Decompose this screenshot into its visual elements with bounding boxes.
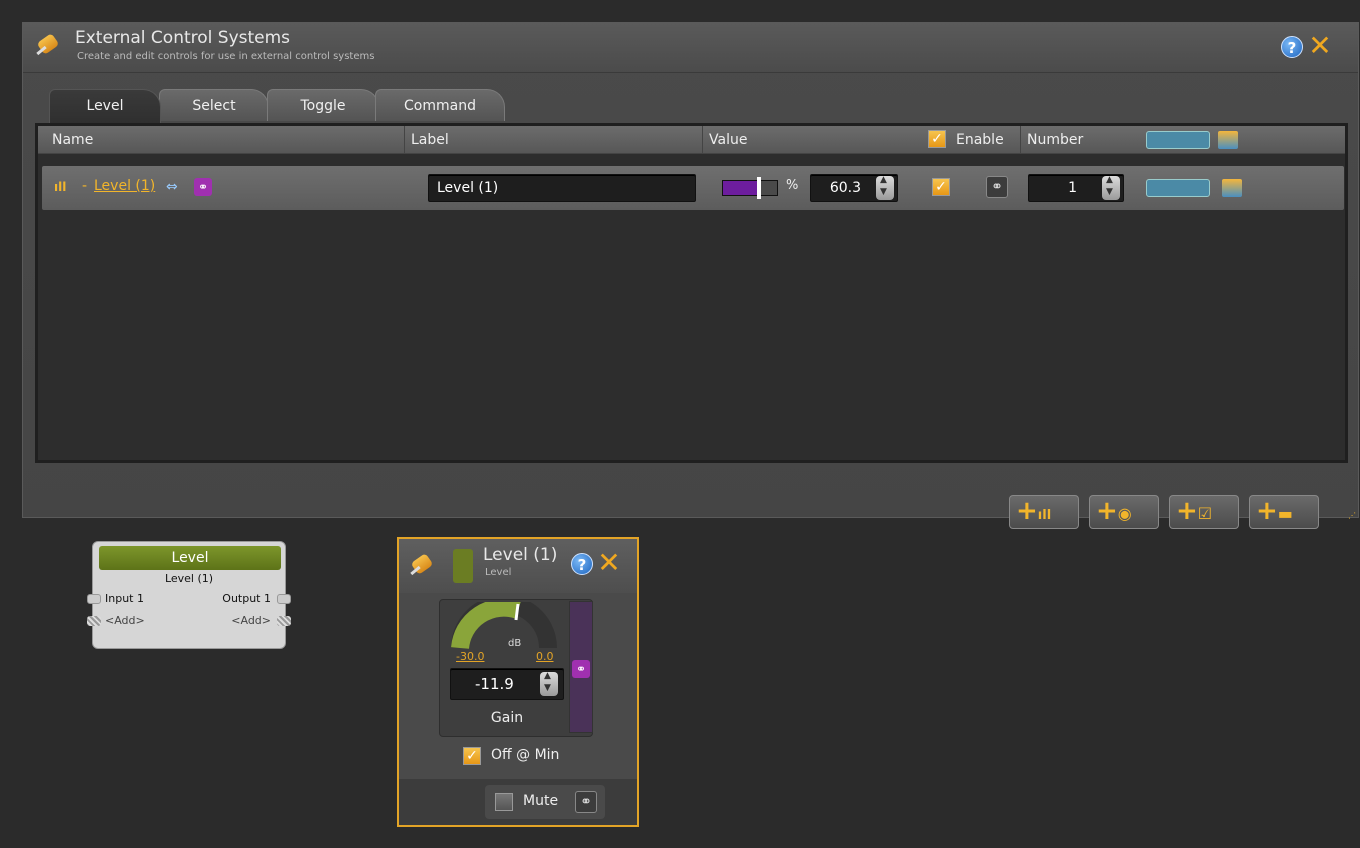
level-control-popup: Level (1) Level ? ✕ dB -30.0 0.0 -11.9 G…: [397, 537, 639, 827]
panel-header: External Control Systems Create and edit…: [23, 23, 1358, 73]
tab-level[interactable]: Level: [49, 89, 161, 123]
value-slider-thumb[interactable]: [757, 177, 761, 199]
add-toggle-button[interactable]: +☑: [1169, 495, 1239, 529]
mute-label: Mute: [523, 793, 559, 809]
level-bars-icon: ıll: [54, 180, 67, 194]
add-command-button[interactable]: +▬: [1249, 495, 1319, 529]
add-select-button[interactable]: +◉: [1089, 495, 1159, 529]
enable-link-icon[interactable]: ⚭: [986, 176, 1008, 198]
tab-select-label: Select: [192, 98, 236, 114]
add-level-button[interactable]: +ıll: [1009, 495, 1079, 529]
level-block[interactable]: Level Level (1) Input 1 Output 1 <Add> <…: [87, 541, 291, 649]
popup-pin-icon[interactable]: [407, 553, 437, 583]
column-header-enable[interactable]: Enable: [950, 126, 1020, 154]
pin-icon[interactable]: [33, 33, 63, 63]
column-header-value[interactable]: Value: [702, 126, 906, 154]
off-at-min-checkbox[interactable]: ✓: [463, 747, 481, 765]
value-slider[interactable]: [722, 177, 778, 199]
controls-grid: Name Label Value ✓ Enable Number ıll - L…: [35, 123, 1348, 463]
tab-toggle-label: Toggle: [300, 98, 346, 114]
add-output-label[interactable]: <Add>: [231, 614, 271, 627]
gain-link-bar[interactable]: ⚭: [569, 601, 593, 733]
level-block-title: Level: [99, 546, 281, 570]
popup-help-icon[interactable]: ?: [571, 553, 593, 575]
input-label: Input 1: [105, 592, 144, 605]
add-input-port-icon[interactable]: [87, 616, 101, 626]
mute-control[interactable]: Mute ⚭: [485, 785, 605, 819]
popup-color-swatch: [453, 549, 473, 583]
popup-subtitle: Level: [485, 567, 512, 578]
locate-icon[interactable]: ⇔: [166, 179, 188, 195]
gain-gauge[interactable]: [450, 602, 558, 650]
row-enable-checkbox[interactable]: ✓: [932, 178, 950, 196]
tab-level-label: Level: [86, 98, 124, 114]
gain-label: Gain: [490, 710, 524, 726]
input-port-icon[interactable]: [87, 594, 101, 604]
tab-command-label: Command: [404, 98, 476, 114]
grid-header: Name Label Value ✓ Enable Number: [38, 126, 1345, 154]
enable-all-checkbox[interactable]: ✓: [928, 130, 946, 148]
table-row[interactable]: ıll - Level (1) ⇔ ⚭ Level (1) % 60.3 ✓ ⚭…: [42, 166, 1344, 210]
column-header-label[interactable]: Label: [404, 126, 704, 154]
tab-command[interactable]: Command: [375, 89, 505, 121]
output-label: Output 1: [222, 592, 271, 605]
help-icon[interactable]: ?: [1281, 36, 1303, 58]
gauge-max-label: 0.0: [536, 650, 554, 663]
number-stepper[interactable]: [1102, 175, 1120, 200]
close-icon[interactable]: ✕: [1308, 32, 1332, 60]
popup-close-icon[interactable]: ✕: [597, 549, 621, 577]
level-block-subtitle: Level (1): [164, 572, 214, 585]
mute-checkbox[interactable]: [495, 793, 513, 811]
mute-link-icon[interactable]: ⚭: [575, 791, 597, 813]
resize-grip-icon[interactable]: ⋰: [1348, 511, 1356, 520]
value-stepper[interactable]: [876, 175, 894, 200]
value-slider-fill: [723, 181, 757, 195]
add-input-label[interactable]: <Add>: [105, 614, 145, 627]
popup-header: Level (1) Level ? ✕: [399, 539, 637, 593]
column-header-number[interactable]: Number: [1020, 126, 1130, 154]
row-label-field[interactable]: Level (1): [428, 174, 696, 202]
popup-title: Level (1): [483, 545, 558, 565]
tab-toggle[interactable]: Toggle: [267, 89, 379, 121]
gauge-min-label: -30.0: [456, 650, 485, 663]
add-output-port-icon[interactable]: [277, 616, 291, 626]
gauge-unit: dB: [508, 638, 522, 649]
value-unit: %: [786, 178, 799, 193]
gain-link-icon[interactable]: ⚭: [572, 660, 590, 678]
panel-title: External Control Systems: [75, 28, 291, 48]
column-header-name[interactable]: Name: [46, 126, 406, 154]
row-layout-icon[interactable]: [1222, 179, 1242, 197]
tab-select[interactable]: Select: [159, 89, 269, 121]
output-port-icon[interactable]: [277, 594, 291, 604]
external-control-systems-panel: External Control Systems Create and edit…: [22, 22, 1359, 529]
gain-stepper[interactable]: [540, 671, 558, 696]
popup-footer: Mute ⚭: [399, 779, 637, 825]
off-at-min-label: Off @ Min: [491, 747, 560, 763]
grid-view-icon[interactable]: [1146, 131, 1210, 149]
layout-icon[interactable]: [1218, 131, 1238, 149]
row-link-icon[interactable]: ⚭: [194, 178, 212, 196]
row-grid-icon[interactable]: [1146, 179, 1210, 197]
row-name-link[interactable]: Level (1): [94, 178, 155, 194]
panel-subtitle: Create and edit controls for use in exte…: [77, 51, 375, 62]
gauge-needle: [514, 603, 520, 621]
row-dash: -: [82, 178, 88, 194]
